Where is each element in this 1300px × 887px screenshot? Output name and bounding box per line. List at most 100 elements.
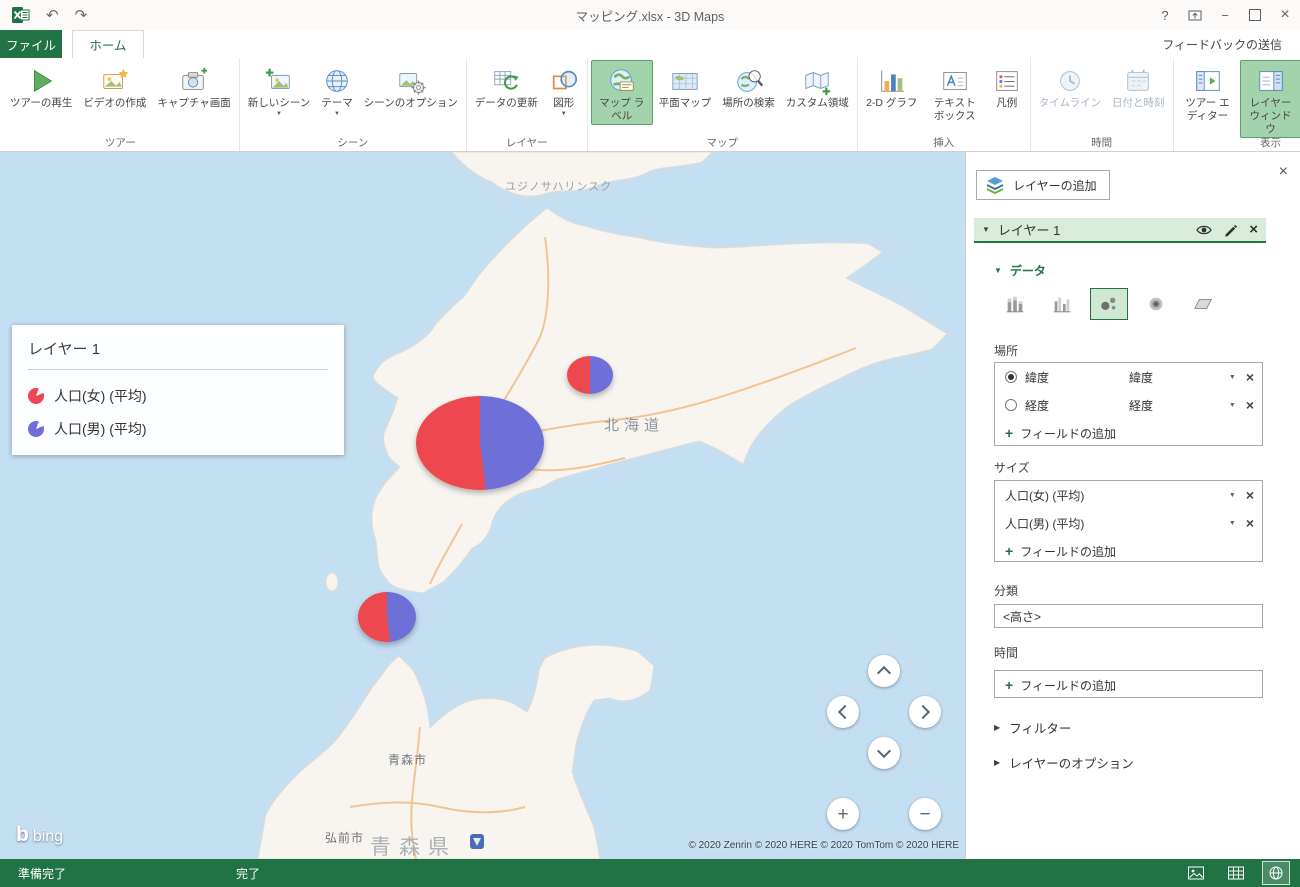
tour-editor-icon (1193, 64, 1223, 97)
remove-field-button[interactable]: × (1246, 370, 1254, 384)
longitude-field-row[interactable]: 経度 経度 ▼ × (995, 391, 1262, 419)
text-box-button[interactable]: テキスト ボックス (924, 60, 986, 125)
dropdown-caret-icon[interactable]: ▼ (1229, 402, 1236, 409)
visibility-eye-icon[interactable] (1196, 222, 1212, 238)
layer-header[interactable]: ▼ レイヤー 1 × (974, 218, 1266, 243)
remove-field-button[interactable]: × (1246, 488, 1254, 502)
stacked-column-viz-button[interactable] (996, 288, 1034, 320)
map-labels-toggle[interactable]: マップ ラベル (590, 60, 653, 125)
pie-chart-small-south[interactable] (358, 592, 416, 642)
delete-layer-button[interactable]: × (1249, 222, 1258, 237)
find-location-icon (734, 64, 764, 97)
collapse-layer-icon[interactable]: ▼ (982, 225, 990, 234)
zoom-out-button[interactable]: − (909, 798, 941, 830)
shapes-icon (549, 64, 579, 97)
help-button[interactable]: ? (1150, 0, 1180, 30)
title-bar: ↶ ↷ マッピング.xlsx - 3D Maps ? − × (0, 0, 1300, 30)
category-input[interactable]: <高さ> (994, 604, 1263, 628)
pan-right-button[interactable] (909, 696, 941, 728)
add-size-field-button[interactable]: + フィールドの追加 (995, 537, 1262, 565)
theme-button[interactable]: テーマ ▼ (316, 60, 358, 121)
radio-unselected-icon[interactable] (1005, 399, 1017, 411)
add-location-field-button[interactable]: + フィールドの追加 (995, 419, 1262, 447)
send-feedback-link[interactable]: フィードバックの送信 (1162, 36, 1300, 53)
field-value[interactable]: 人口(男) (平均) (1005, 515, 1229, 532)
field-name: 緯度 (1025, 370, 1050, 385)
map-viewport[interactable]: ユジノサハリンスク 北海道 青森市 弘前市 青森県 レイヤー 1 人口(女) (… (0, 152, 965, 859)
filter-expander[interactable]: ▶ フィルター (994, 718, 1071, 737)
add-layer-button[interactable]: レイヤーの追加 (976, 170, 1110, 200)
find-location-button[interactable]: 場所の検索 (717, 60, 780, 112)
capture-image-status-icon[interactable] (1182, 861, 1210, 885)
shapes-button[interactable]: 図形 ▼ (544, 60, 584, 121)
region-viz-button[interactable] (1184, 288, 1222, 320)
add-time-field-button[interactable]: + フィールドの追加 (995, 671, 1262, 699)
minimize-button[interactable]: − (1210, 0, 1240, 30)
map-legend[interactable]: レイヤー 1 人口(女) (平均) 人口(男) (平均) (12, 325, 344, 455)
dropdown-caret-icon[interactable]: ▼ (1229, 520, 1236, 527)
undo-icon[interactable]: ↶ (46, 8, 59, 23)
scene-options-button[interactable]: シーンのオプション (359, 60, 463, 112)
redo-icon[interactable]: ↷ (75, 8, 88, 23)
new-scene-button[interactable]: 新しいシーン ▼ (243, 60, 315, 121)
button-label: テーマ (321, 97, 353, 109)
map-canvas[interactable]: ユジノサハリンスク 北海道 青森市 弘前市 青森県 (0, 152, 965, 859)
capture-screen-button[interactable]: キャプチャ画面 (152, 60, 235, 112)
latitude-field-row[interactable]: 緯度 緯度 ▼ × (995, 363, 1262, 391)
size-field-row[interactable]: 人口(女) (平均) ▼ × (995, 481, 1262, 509)
pan-up-button[interactable] (868, 655, 900, 687)
heatmap-viz-button[interactable] (1137, 288, 1175, 320)
map-copyright: © 2020 Zenrin © 2020 HERE © 2020 TomTom … (688, 840, 959, 851)
button-label: 場所の検索 (722, 97, 775, 109)
ribbon-options-icon[interactable] (1180, 0, 1210, 30)
field-value[interactable]: 緯度 (1129, 369, 1229, 386)
visualization-type-picker (996, 288, 1222, 320)
zoom-in-button[interactable]: + (827, 798, 859, 830)
field-value[interactable]: 人口(女) (平均) (1005, 487, 1229, 504)
collapse-data-icon[interactable]: ▼ (994, 266, 1002, 275)
land-okushiri (325, 572, 339, 592)
add-field-label: フィールドの追加 (1020, 426, 1116, 441)
tab-file[interactable]: ファイル (0, 30, 62, 58)
create-video-button[interactable]: ビデオの作成 (78, 60, 151, 112)
pan-down-button[interactable] (868, 737, 900, 769)
maximize-button[interactable] (1240, 0, 1270, 30)
button-label: 凡例 (996, 97, 1018, 109)
flat-map-status-icon[interactable] (1222, 861, 1250, 885)
close-button[interactable]: × (1270, 0, 1300, 30)
refresh-data-button[interactable]: データの更新 (470, 60, 543, 112)
timeline-button: タイムライン (1034, 60, 1106, 112)
close-pane-button[interactable]: × (1279, 164, 1288, 180)
data-section-header[interactable]: ▼ データ (994, 262, 1046, 279)
size-field-row[interactable]: 人口(男) (平均) ▼ × (995, 509, 1262, 537)
rename-pencil-icon[interactable] (1223, 222, 1238, 237)
pie-swatch-female-icon (28, 388, 44, 404)
radio-selected-icon[interactable] (1005, 371, 1017, 383)
flat-map-button[interactable]: 平面マップ (654, 60, 717, 112)
play-tour-button[interactable]: ツアーの再生 (5, 60, 77, 112)
layer-pane-toggle[interactable]: レイヤー ウィンドウ (1239, 60, 1300, 138)
pie-chart-large[interactable] (416, 396, 544, 490)
tour-editor-button[interactable]: ツアー エディター (1177, 60, 1239, 125)
excel-logo-icon (12, 6, 30, 24)
tab-home[interactable]: ホーム (72, 30, 144, 58)
map-label-sakhalin: ユジノサハリンスク (505, 180, 612, 193)
dropdown-caret-icon[interactable]: ▼ (1229, 374, 1236, 381)
layer-options-expander[interactable]: ▶ レイヤーのオプション (994, 753, 1134, 772)
bubble-viz-button[interactable] (1090, 288, 1128, 320)
globe-view-status-icon[interactable] (1262, 861, 1290, 885)
ribbon-group-scene: 新しいシーン ▼ テーマ ▼ シーンのオプション シーン (240, 58, 467, 151)
pie-chart-small-north[interactable] (567, 356, 613, 394)
field-value[interactable]: 経度 (1129, 397, 1229, 414)
legend-button[interactable]: 凡例 (987, 60, 1027, 112)
dropdown-caret-icon[interactable]: ▼ (1229, 492, 1236, 499)
status-bar: 準備完了 完了 (0, 859, 1300, 887)
chart-2d-button[interactable]: 2-D グラフ (861, 60, 923, 112)
chevron-left-icon (837, 704, 853, 720)
pan-left-button[interactable] (827, 696, 859, 728)
group-label: マップ (706, 137, 739, 149)
remove-field-button[interactable]: × (1246, 516, 1254, 530)
remove-field-button[interactable]: × (1246, 398, 1254, 412)
custom-regions-button[interactable]: カスタム領域 (781, 60, 854, 112)
clustered-column-viz-button[interactable] (1043, 288, 1081, 320)
